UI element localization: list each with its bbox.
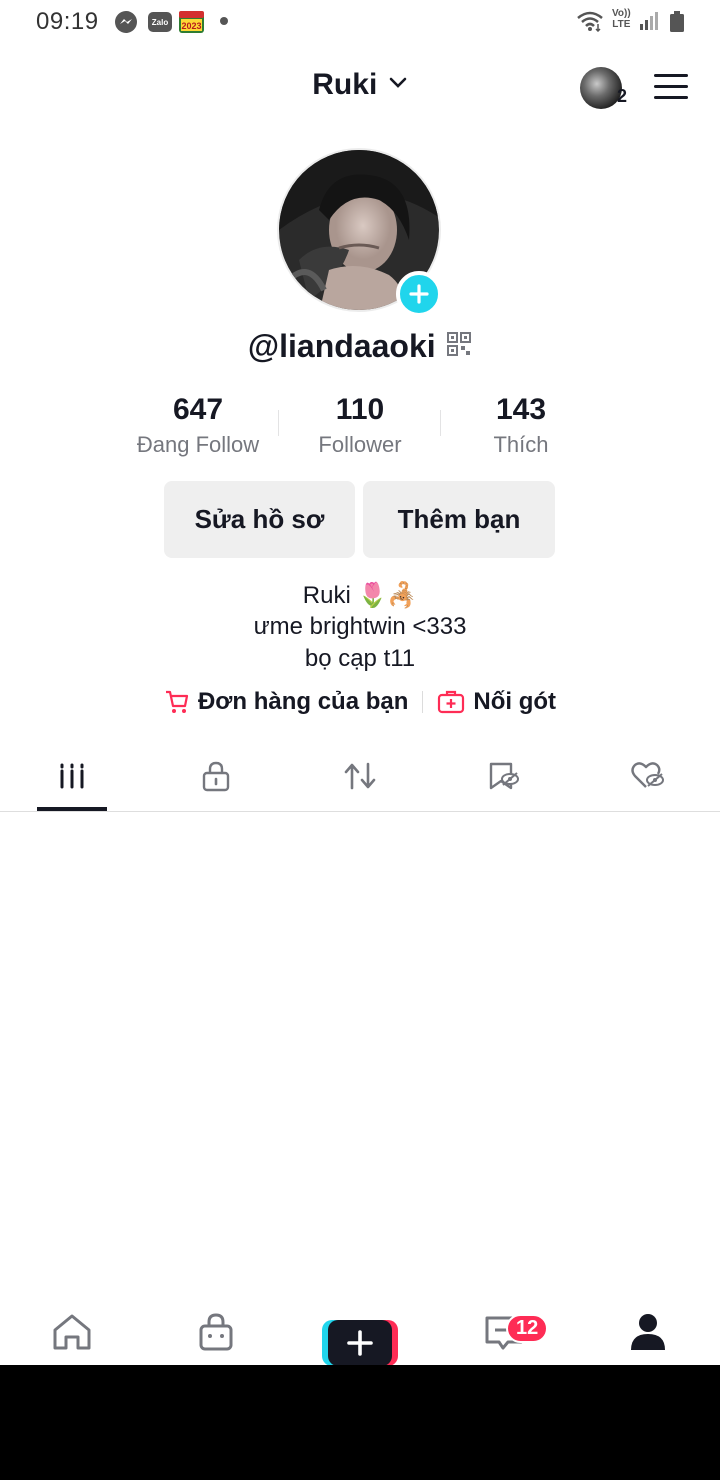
tab-favorites[interactable] (432, 740, 576, 812)
active-tab-indicator (37, 807, 107, 811)
stat-followers[interactable]: 110 Follower (275, 390, 445, 458)
repost-icon (344, 762, 376, 790)
svg-text:Zalo: Zalo (152, 18, 169, 27)
nav-home[interactable] (0, 1312, 144, 1372)
battery-icon (668, 10, 686, 39)
signal-icon (638, 10, 660, 37)
svg-text:2023: 2023 (181, 21, 201, 31)
tab-videos[interactable] (0, 740, 144, 812)
messenger-icon (114, 10, 138, 39)
grid-lines-icon (60, 763, 84, 789)
create-button[interactable] (322, 1320, 398, 1366)
zalo-icon: Zalo (147, 10, 173, 39)
pin-link[interactable]: Nối gót (437, 688, 556, 716)
username-row: @liandaaoki (0, 328, 720, 365)
profile-links: Đơn hàng của bạn Nối gót (0, 688, 720, 716)
stat-following[interactable]: 647 Đang Follow (113, 390, 283, 458)
followers-count: 110 (335, 393, 385, 426)
following-label: Đang Follow (136, 432, 260, 457)
notification-dot-icon (220, 17, 228, 25)
status-time: 09:19 (36, 8, 99, 35)
add-friends-button[interactable]: Thêm bạn (363, 481, 555, 558)
cart-icon (165, 690, 189, 713)
orders-link-label: Đơn hàng của bạn (197, 688, 409, 715)
add-medical-box-icon (438, 690, 465, 714)
tab-reposts[interactable] (288, 740, 432, 812)
followers-label: Follower (318, 432, 402, 457)
following-count: 647 (172, 393, 224, 426)
username: @liandaaoki (247, 328, 436, 364)
qr-code-icon[interactable] (446, 331, 472, 362)
likes-count: 143 (495, 393, 547, 426)
inbox-badge: 12 (506, 1314, 549, 1343)
heart-hidden-icon (631, 762, 664, 788)
menu-button[interactable] (654, 74, 688, 102)
chevron-down-icon (388, 76, 408, 95)
nav-inbox[interactable] (432, 1312, 576, 1372)
volte-indicator: Vo)) LTE (612, 8, 631, 30)
bio-line-1: Ruki 🌷🦂 (302, 582, 418, 609)
wifi-icon (576, 10, 604, 37)
profile-tabs (0, 740, 720, 812)
header-avatar[interactable] (580, 67, 622, 109)
calendar-app-icon: 2023 (178, 10, 205, 39)
add-avatar-button[interactable] (396, 271, 442, 317)
system-nav-bar (0, 1365, 720, 1480)
tab-liked[interactable] (576, 740, 720, 812)
orders-link[interactable]: Đơn hàng của bạn (164, 688, 408, 716)
nav-shop[interactable] (144, 1312, 288, 1372)
likes-label: Thích (493, 432, 549, 457)
stat-likes[interactable]: 143 Thích (436, 390, 606, 458)
shopping-bag-icon (199, 1313, 233, 1351)
header-title: Ruki (312, 68, 378, 101)
tab-private[interactable] (144, 740, 288, 812)
plus-icon (409, 284, 429, 304)
bookmark-hidden-icon (489, 762, 519, 790)
status-bar: 09:19 Zalo 2023 Vo)) LTE (0, 0, 720, 44)
account-count-badge: 2 (617, 86, 628, 106)
link-divider (422, 691, 424, 713)
bio-line-2: ưme brightwin <333 (253, 613, 467, 640)
lock-icon (202, 761, 230, 792)
home-icon (53, 1314, 91, 1350)
edit-profile-button[interactable]: Sửa hồ sơ (164, 481, 355, 558)
bio-line-3: bọ cạp t11 (304, 645, 416, 672)
nav-profile[interactable] (576, 1312, 720, 1372)
profile-icon (631, 1314, 665, 1350)
pin-link-label: Nối gót (473, 688, 557, 715)
